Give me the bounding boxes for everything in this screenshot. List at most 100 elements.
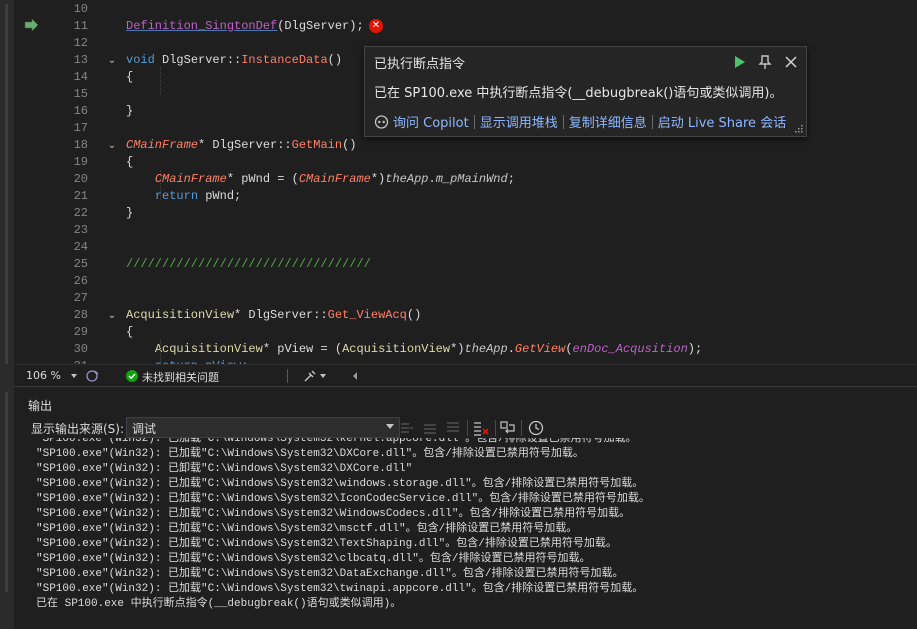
code-text: AcquisitionView* pView = (AcquisitionVie…: [126, 341, 702, 358]
output-line: "SP100.exe"(Win32): 已加载"C:\Windows\Syste…: [36, 493, 650, 505]
code-token: AcquisitionView: [342, 342, 451, 356]
code-text: //////////////////////////////////: [126, 256, 371, 273]
zoom-dropdown-icon[interactable]: [70, 372, 78, 380]
code-token: Definition_SingtonDef: [126, 19, 278, 33]
code-line[interactable]: 25 //////////////////////////////////: [42, 256, 917, 273]
code-token: ::: [226, 53, 242, 67]
output-source-select[interactable]: 调试: [126, 417, 400, 438]
cleanup-dropdown-icon[interactable]: [319, 372, 327, 380]
toolbar-divider: [521, 420, 522, 436]
no-issues-icon[interactable]: [126, 370, 138, 382]
horizontal-scrollbar[interactable]: [365, 372, 917, 380]
exception-helper-popup: 已执行断点指令 已在 SP100.exe 中执行断点指令(__debugbrea…: [364, 46, 807, 137]
ask-copilot-link[interactable]: 询问 Copilot: [393, 112, 469, 131]
timestamp-clock-icon[interactable]: [527, 419, 545, 437]
copy-details-link[interactable]: 复制详细信息: [569, 112, 647, 131]
code-line[interactable]: 19 {: [42, 154, 917, 171]
indent-guide: [160, 340, 161, 364]
code-token: ::: [313, 308, 328, 322]
collapsed-panel-indicator[interactable]: [5, 4, 8, 364]
exception-error-icon[interactable]: ✕: [369, 19, 383, 33]
next-message-icon[interactable]: [444, 419, 462, 437]
toolbar-divider: [495, 420, 496, 436]
code-text: Definition_SingtonDef(DlgServer);: [126, 18, 364, 35]
scroll-left-icon[interactable]: [351, 371, 359, 381]
line-number: 13: [73, 53, 88, 67]
editor-gutter[interactable]: [14, 0, 42, 364]
chevron-down-icon: [386, 424, 394, 429]
fold-toggle-icon[interactable]: ⌄: [106, 137, 118, 154]
toggle-word-wrap-icon[interactable]: [499, 419, 517, 437]
fold-toggle-icon[interactable]: ⌄: [106, 307, 118, 324]
line-number: 17: [73, 121, 88, 135]
code-token: * pWnd = (: [226, 172, 299, 186]
code-line[interactable]: 28 ⌄ AcquisitionView* DlgServer::Get_ViewA…: [42, 307, 917, 324]
ide-window: 10 11 Definition_SingtonDef(DlgServer); 12 1…: [0, 0, 917, 629]
code-line[interactable]: 22}: [42, 205, 917, 222]
clear-all-icon[interactable]: [472, 419, 490, 437]
code-token: CMainFrame: [126, 138, 199, 152]
issues-status-text[interactable]: 未找到相关问题: [142, 369, 219, 385]
output-line: "SP100.exe"(Win32): 已加载"C:\Windows\Syste…: [36, 438, 637, 445]
find-message-in-code-icon[interactable]: [398, 419, 416, 437]
code-token: GetView: [514, 342, 566, 356]
code-cleanup-icon[interactable]: [303, 369, 317, 383]
code-token: (DlgServer);: [277, 19, 364, 33]
output-line: "SP100.exe"(Win32): 已加载"C:\Windows\Syste…: [36, 478, 644, 490]
code-token: {: [126, 155, 134, 169]
output-text-area[interactable]: "SP100.exe"(Win32): 已加载"C:\Windows\Syste…: [14, 438, 917, 629]
code-token: .: [428, 172, 436, 186]
code-line[interactable]: 18 ⌄ CMainFrame* DlgServer::GetMain(): [42, 137, 917, 154]
link-separator: [651, 114, 653, 129]
code-token: theApp: [385, 172, 429, 186]
fold-toggle-icon[interactable]: ⌄: [106, 52, 118, 69]
link-separator: [473, 114, 475, 129]
line-number: 28: [73, 308, 88, 322]
show-call-stack-link[interactable]: 显示调用堆栈: [480, 112, 558, 131]
line-number: 26: [73, 274, 88, 288]
code-text: {: [126, 154, 133, 171]
code-text: CMainFrame* DlgServer::GetMain(): [126, 137, 356, 154]
code-text: return pWnd;: [126, 188, 241, 205]
code-line[interactable]: 23: [42, 222, 917, 239]
line-number: 11: [73, 19, 88, 33]
code-token: pWnd;: [198, 189, 242, 203]
code-line[interactable]: 21 return pWnd;: [42, 188, 917, 205]
execution-pointer-icon: [24, 18, 39, 32]
code-text: CMainFrame* pWnd = (CMainFrame*)theApp.m…: [126, 171, 515, 188]
code-token: DlgServer: [162, 53, 227, 67]
code-line[interactable]: 30 AcquisitionView* pView = (Acquisition…: [42, 341, 917, 358]
code-token: (: [565, 342, 573, 356]
pin-icon[interactable]: [756, 53, 774, 71]
code-line[interactable]: 27: [42, 290, 917, 307]
indent-guide: [160, 67, 161, 95]
output-line: "SP100.exe"(Win32): 已加载"C:\Windows\Syste…: [36, 523, 578, 535]
code-line[interactable]: 29 {: [42, 324, 917, 341]
toolbar-divider: [467, 420, 468, 436]
ai-suggestion-icon[interactable]: [86, 369, 100, 383]
start-live-share-link[interactable]: 启动 Live Share 会话: [658, 112, 786, 131]
continue-icon[interactable]: [730, 53, 748, 71]
previous-message-icon[interactable]: [421, 419, 439, 437]
popup-message: 已在 SP100.exe 中执行断点指令(__debugbreak()语句或类似…: [374, 86, 783, 101]
code-token: theApp: [464, 342, 508, 356]
code-token: *): [450, 342, 465, 356]
code-text: void DlgServer::InstanceData(): [126, 52, 342, 69]
code-token: return: [154, 189, 199, 203]
resize-grip-icon[interactable]: [793, 123, 803, 133]
code-token: );: [687, 342, 703, 356]
code-line[interactable]: 24: [42, 239, 917, 256]
code-token: (): [327, 53, 343, 67]
zoom-level[interactable]: 106 %: [26, 369, 61, 382]
close-icon[interactable]: [782, 53, 800, 71]
code-line[interactable]: 26: [42, 273, 917, 290]
code-line[interactable]: 11 Definition_SingtonDef(DlgServer);: [42, 18, 917, 35]
code-line[interactable]: 20 CMainFrame* pWnd = (CMainFrame*)theAp…: [42, 171, 917, 188]
code-token: * DlgServer: [198, 138, 278, 152]
code-token: void: [126, 53, 163, 67]
indent-guide: [160, 170, 161, 200]
code-token: {: [126, 325, 134, 339]
code-line[interactable]: 10: [42, 1, 917, 18]
collapsed-panel-indicator[interactable]: [5, 392, 8, 592]
